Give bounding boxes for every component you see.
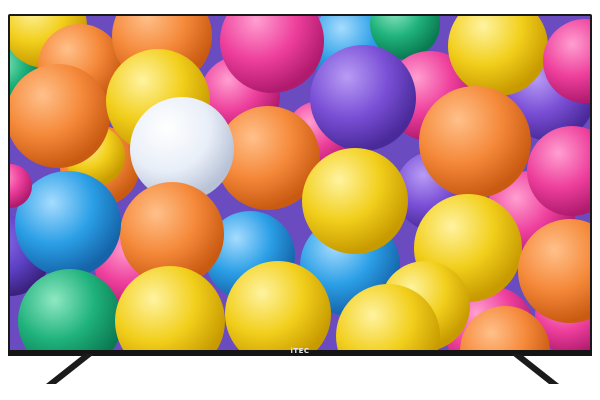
right-stand-leg [511, 354, 559, 384]
left-stand-leg [46, 354, 94, 384]
product-image: iTEC [0, 0, 600, 400]
tv-screen [10, 16, 590, 352]
ball-pit-picture [10, 16, 590, 352]
